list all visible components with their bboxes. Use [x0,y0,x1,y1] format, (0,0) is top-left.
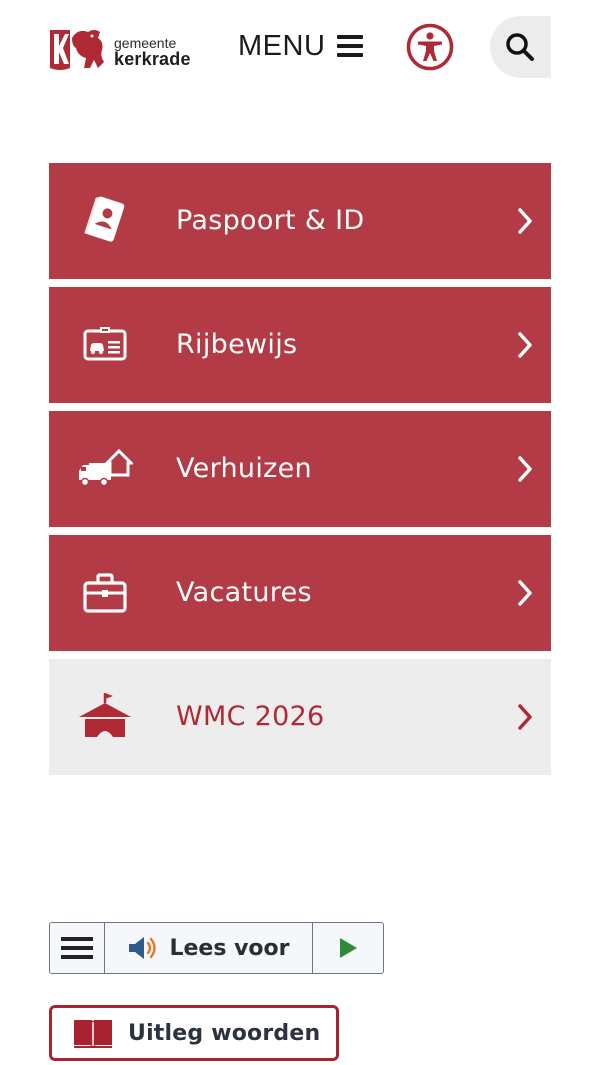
read-aloud-label: Lees voor [169,935,290,961]
play-button[interactable] [313,923,383,973]
chevron-right-icon [518,456,532,482]
open-book-icon [74,1020,112,1048]
accessibility-icon [406,23,454,71]
site-header: gemeente kerkrade MENU [0,0,600,100]
read-aloud-toolbar: Lees voor [49,922,384,974]
tile-paspoort-id[interactable]: Paspoort & ID [49,163,551,279]
chevron-right-icon [518,208,532,234]
quick-links: Paspoort & ID Rijbewijs Verhuizen Vacatu… [49,163,551,783]
logo-small-text: gemeente [114,35,177,51]
tile-label: Vacatures [176,577,312,608]
coat-of-arms-logo-icon [50,30,104,70]
briefcase-icon [83,573,127,613]
play-icon [340,938,357,958]
logo-big-text: kerkrade [114,49,191,69]
tile-label: Rijbewijs [176,329,298,360]
chevron-right-icon [518,704,532,730]
hamburger-icon [61,937,93,959]
speaker-icon [129,937,157,959]
tile-label: WMC 2026 [176,701,325,732]
chevron-right-icon [518,332,532,358]
accessibility-button[interactable] [406,23,454,71]
glossary-button[interactable]: Uitleg woorden [49,1005,339,1061]
tile-vacatures[interactable]: Vacatures [49,535,551,651]
passport-icon [84,196,125,242]
tile-label: Verhuizen [176,453,312,484]
menu-button[interactable]: MENU [238,28,364,64]
read-aloud-menu-button[interactable] [50,923,105,973]
tile-verhuizen[interactable]: Verhuizen [49,411,551,527]
tile-rijbewijs[interactable]: Rijbewijs [49,287,551,403]
chevron-right-icon [518,580,532,606]
driving-license-icon [83,327,127,361]
menu-label: MENU [238,29,326,62]
kerkrade-logo[interactable]: gemeente kerkrade [48,24,203,74]
read-aloud-button[interactable]: Lees voor [105,923,313,973]
search-button[interactable] [490,16,551,78]
moving-truck-icon [79,448,133,487]
tile-wmc-2026[interactable]: WMC 2026 [49,659,551,775]
tent-icon [79,693,131,737]
glossary-label: Uitleg woorden [128,1020,321,1046]
page: gemeente kerkrade MENU Paspoort & ID Rij… [0,0,600,1065]
logo-wordmark: gemeente kerkrade [114,30,191,68]
hamburger-icon [337,35,364,57]
search-icon [506,33,534,61]
tile-label: Paspoort & ID [176,205,365,236]
